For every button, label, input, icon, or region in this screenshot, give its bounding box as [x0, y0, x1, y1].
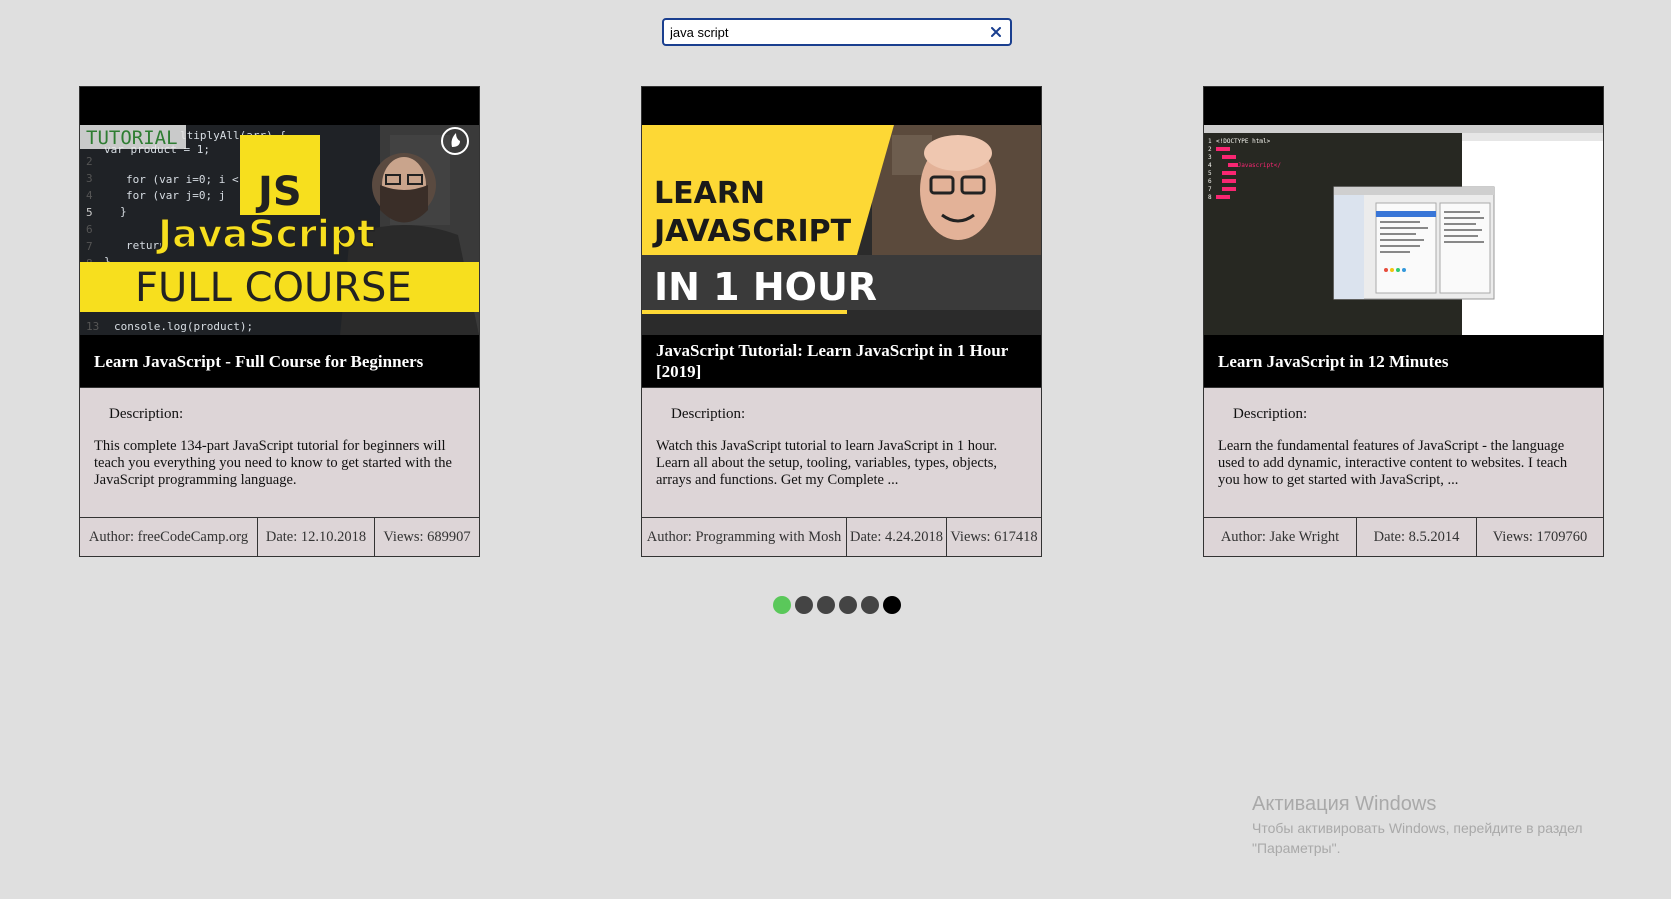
- svg-text:4: 4: [1208, 162, 1212, 169]
- views-label: Views: 617418: [950, 528, 1038, 545]
- description-text: This complete 134-part JavaScript tutori…: [94, 438, 452, 488]
- svg-text:13: 13: [86, 320, 99, 333]
- video-title[interactable]: Learn JavaScript in 12 Minutes: [1218, 335, 1589, 387]
- views-label: Views: 1709760: [1492, 528, 1588, 545]
- views-label: Views: 689907: [383, 528, 471, 545]
- code-line: console.log(product);: [114, 320, 253, 333]
- code-line: for (var j=0; j: [126, 189, 225, 202]
- close-icon: [991, 27, 1001, 37]
- code-title: >Javascript</: [1234, 162, 1281, 169]
- card-description-panel: Description: Watch this JavaScript tutor…: [642, 387, 1041, 517]
- svg-text:6: 6: [1208, 178, 1212, 185]
- svg-text:6: 6: [86, 223, 93, 236]
- search-input[interactable]: [662, 18, 1012, 46]
- description-text: Watch this JavaScript tutorial to learn …: [656, 438, 998, 488]
- js-logo: JS: [255, 169, 302, 215]
- description-text: Learn the fundamental features of JavaSc…: [1218, 438, 1568, 488]
- page-dot-1[interactable]: [773, 596, 791, 614]
- card-meta: Author: Jake Wright Date: 8.5.2014 Views…: [1204, 517, 1603, 556]
- code-line: }: [120, 205, 127, 218]
- video-card-3[interactable]: 1234 5678 <!DOCTYPE html> >Javascript</: [1203, 86, 1604, 557]
- svg-text:2: 2: [86, 155, 93, 168]
- code-line: for (var i=0; i <: [126, 173, 239, 186]
- author-label: Author: freeCodeCamp.org: [80, 518, 258, 556]
- svg-text:1: 1: [1208, 138, 1212, 145]
- page-dot-5[interactable]: [861, 596, 879, 614]
- search-box: [662, 18, 1012, 46]
- description-label: Description:: [671, 406, 746, 422]
- description-label: Description:: [109, 406, 184, 422]
- pagination-dots: [773, 596, 901, 614]
- description-label: Description:: [1233, 406, 1308, 422]
- watermark-title: Активация Windows: [1252, 793, 1437, 815]
- video-title[interactable]: JavaScript Tutorial: Learn JavaScript in…: [656, 335, 1027, 387]
- thumbnail-line-1: LEARN: [654, 176, 765, 211]
- svg-text:2: 2: [1208, 146, 1212, 153]
- page-dot-4[interactable]: [839, 596, 857, 614]
- card-description-panel: Description: Learn the fundamental featu…: [1204, 387, 1603, 517]
- video-card-1[interactable]: 2 3 4 5 6 7 8 9 13 ltiplyAll(arr) { var …: [79, 86, 480, 557]
- video-thumbnail-3[interactable]: 1234 5678 <!DOCTYPE html> >Javascript</: [1204, 125, 1603, 335]
- svg-text:4: 4: [86, 189, 93, 202]
- code-doctype: <!DOCTYPE html>: [1216, 138, 1271, 145]
- svg-text:5: 5: [86, 206, 93, 219]
- svg-text:3: 3: [86, 172, 93, 185]
- watermark-text: Чтобы активировать Windows, перейдите в …: [1252, 820, 1583, 856]
- page-dot-6[interactable]: [883, 596, 901, 614]
- page-dot-3[interactable]: [817, 596, 835, 614]
- date-label: Date: 8.5.2014: [1357, 518, 1477, 556]
- thumbnail-line-2: JAVASCRIPT: [652, 214, 852, 249]
- date-label: Date: 12.10.2018: [258, 518, 375, 556]
- video-title[interactable]: Learn JavaScript - Full Course for Begin…: [94, 335, 465, 387]
- card-meta: Author: Programming with Mosh Date: 4.24…: [642, 517, 1041, 556]
- tutorial-badge: TUTORIAL: [86, 127, 178, 149]
- thumbnail-headline: JavaScript: [155, 212, 375, 256]
- video-card-2[interactable]: LEARN JAVASCRIPT IN 1 HOUR JavaScript Tu…: [641, 86, 1042, 557]
- svg-text:3: 3: [1208, 154, 1212, 161]
- svg-text:7: 7: [1208, 186, 1212, 193]
- video-thumbnail-1[interactable]: 2 3 4 5 6 7 8 9 13 ltiplyAll(arr) { var …: [80, 125, 479, 335]
- windows-activation-watermark: Активация Windows Чтобы активировать Win…: [1252, 793, 1612, 858]
- author-label: Author: Jake Wright: [1204, 518, 1357, 556]
- date-label: Date: 4.24.2018: [847, 518, 947, 556]
- video-thumbnail-2[interactable]: LEARN JAVASCRIPT IN 1 HOUR: [642, 125, 1041, 335]
- author-label: Author: Programming with Mosh: [642, 518, 847, 556]
- page-dot-2[interactable]: [795, 596, 813, 614]
- svg-text:7: 7: [86, 240, 93, 253]
- thumbnail-banner: FULL COURSE: [135, 265, 412, 311]
- thumbnail-line-3: IN 1 HOUR: [654, 265, 877, 309]
- svg-text:8: 8: [1208, 194, 1212, 201]
- card-meta: Author: freeCodeCamp.org Date: 12.10.201…: [80, 517, 479, 556]
- clear-search-button[interactable]: [986, 22, 1006, 42]
- card-description-panel: Description: This complete 134-part Java…: [80, 387, 479, 517]
- svg-text:5: 5: [1208, 170, 1212, 177]
